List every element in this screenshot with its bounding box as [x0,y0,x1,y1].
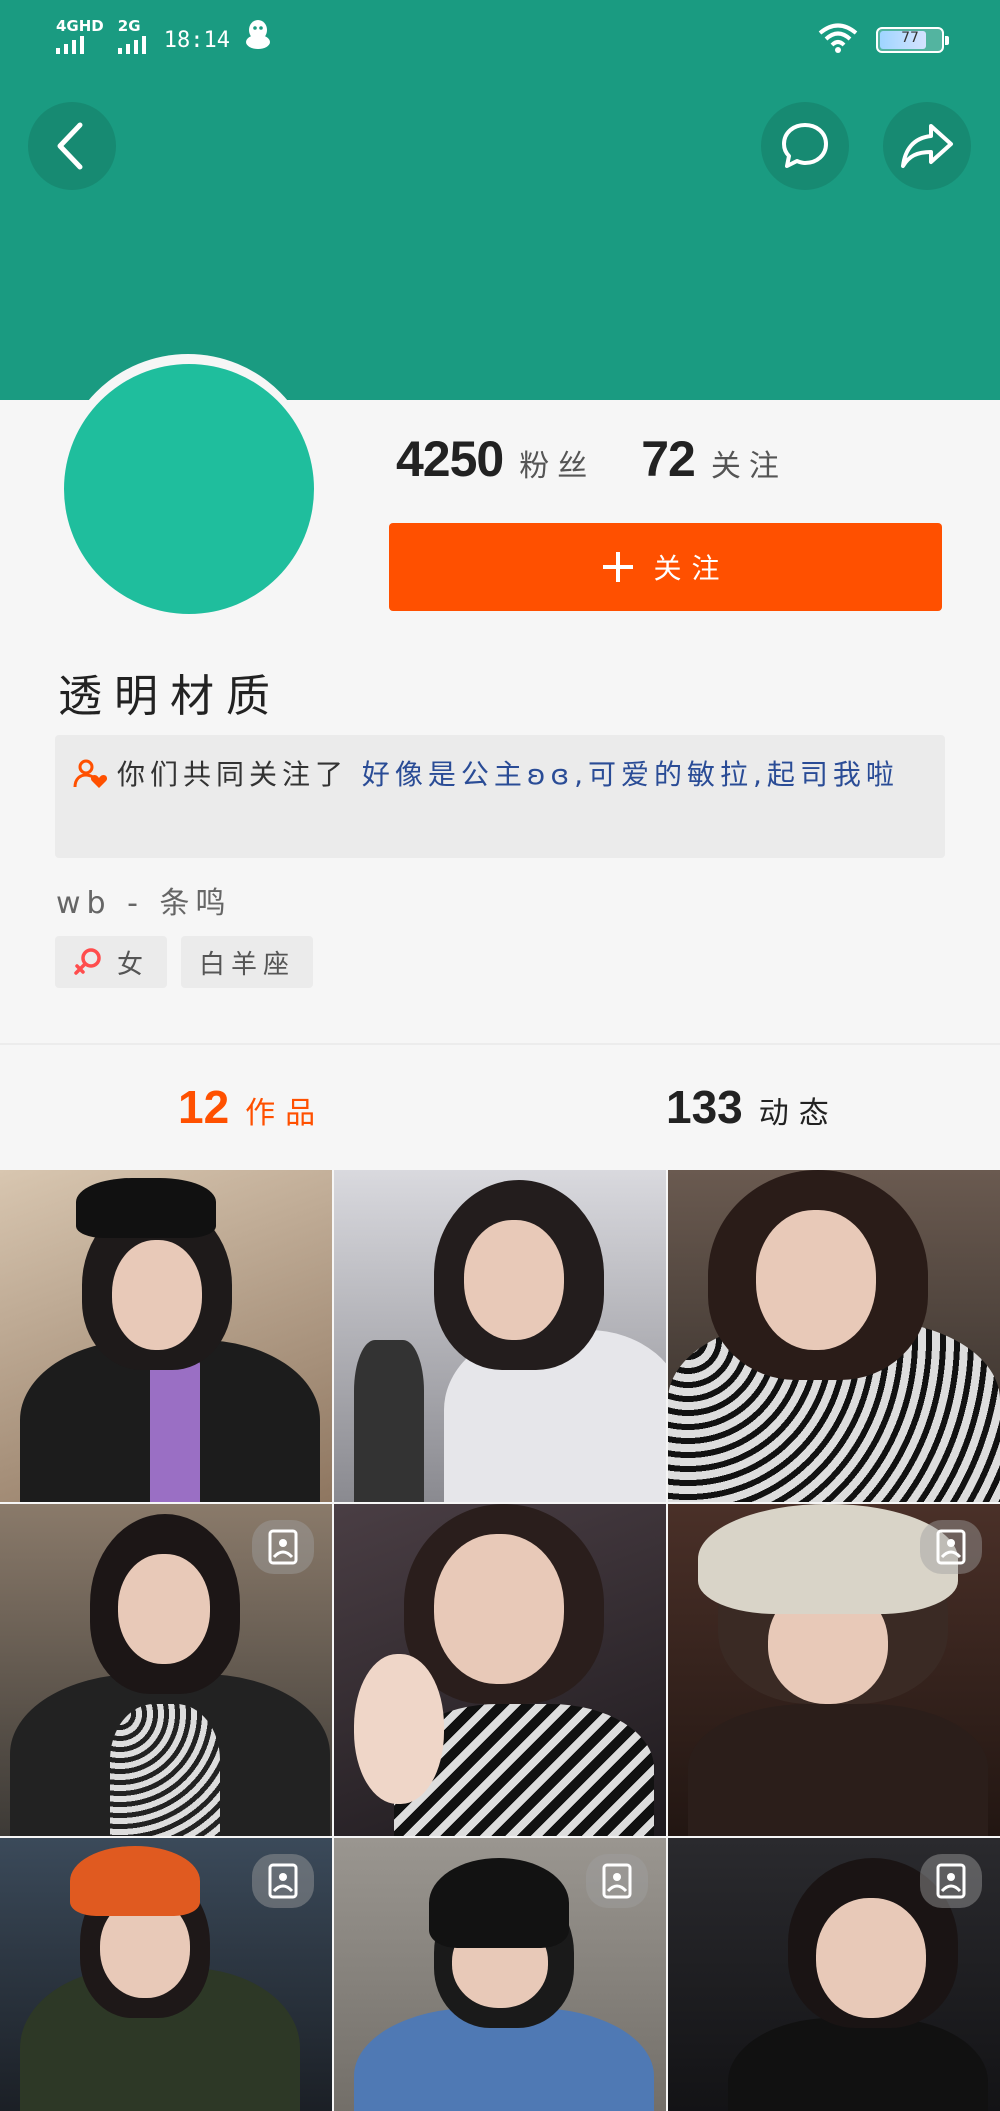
bio: wb - 条鸣 [56,886,232,921]
image-post-icon [252,1854,314,1908]
tab-posts[interactable]: 133 动态 [666,1080,839,1134]
zodiac-label: 白羊座 [199,949,296,980]
profile-header: 4GHD 2G 18:14 77 [0,0,1000,400]
work-thumbnail[interactable] [334,1504,666,1836]
username: 透明材质 [58,671,282,722]
section-divider [0,1043,1000,1045]
signal-1: 4GHD [56,18,104,54]
plus-icon [603,552,634,582]
content-tabs: 12 作品 133 动态 [0,1046,1000,1170]
posts-label: 动态 [758,1096,839,1131]
follow-button[interactable]: 关注 [389,523,942,611]
avatar[interactable] [64,364,314,614]
profile-page: 4GHD 2G 18:14 77 4250 粉丝 72 关注 关注 透明材质 你… [0,0,1000,2111]
work-thumbnail[interactable] [668,1504,1000,1836]
message-button[interactable] [761,102,849,190]
work-thumbnail[interactable] [0,1170,332,1502]
share-button[interactable] [883,102,971,190]
network-type-2: 2G [117,17,141,35]
work-thumbnail[interactable] [0,1838,332,2111]
following-count[interactable]: 72 [641,430,696,488]
following-label[interactable]: 关注 [711,441,787,485]
works-label: 作品 [245,1096,326,1131]
zodiac-tag: 白羊座 [181,936,314,988]
back-button[interactable] [28,102,116,190]
chat-bubble-icon [782,123,828,168]
status-bar: 4GHD 2G 18:14 77 [0,0,1000,80]
gender-tag: 女 [55,936,168,988]
mutual-names[interactable]: 好像是公主ʚɞ,可爱的敏拉,起司我啦 [362,758,899,791]
female-icon [74,948,101,975]
qq-penguin-icon [244,18,272,54]
work-thumbnail[interactable] [668,1838,1000,2111]
battery-level: 77 [901,30,919,46]
posts-count: 133 [666,1081,743,1133]
profile-tags: 女 白羊座 [55,936,314,988]
mutual-follow-box[interactable]: 你们共同关注了 好像是公主ʚɞ,可爱的敏拉,起司我啦 [55,735,945,858]
profile-stats: 4250 粉丝 72 关注 [396,430,787,488]
clock: 18:14 [163,27,230,53]
image-post-icon [586,1854,648,1908]
mutual-prefix: 你们共同关注了 [117,758,349,791]
network-type-1: 4GHD [56,17,104,35]
image-post-icon [920,1520,982,1574]
work-thumbnail[interactable] [334,1838,666,2111]
image-post-icon [252,1520,314,1574]
signal-2: 2G [117,17,146,54]
chevron-left-icon [57,122,83,170]
work-thumbnail[interactable] [668,1170,1000,1502]
work-thumbnail[interactable] [0,1504,332,1836]
share-arrow-icon [901,124,953,168]
follow-button-label: 关注 [653,552,730,585]
followers-label[interactable]: 粉丝 [519,441,595,485]
works-count: 12 [178,1081,230,1133]
tab-works[interactable]: 12 作品 [178,1080,325,1134]
battery-indicator: 77 [876,27,949,53]
gender-label: 女 [117,949,150,980]
followers-count[interactable]: 4250 [396,430,504,488]
mutual-friends-icon [73,759,108,788]
image-post-icon [920,1854,982,1908]
wifi-icon [818,22,858,58]
work-thumbnail[interactable] [334,1170,666,1502]
